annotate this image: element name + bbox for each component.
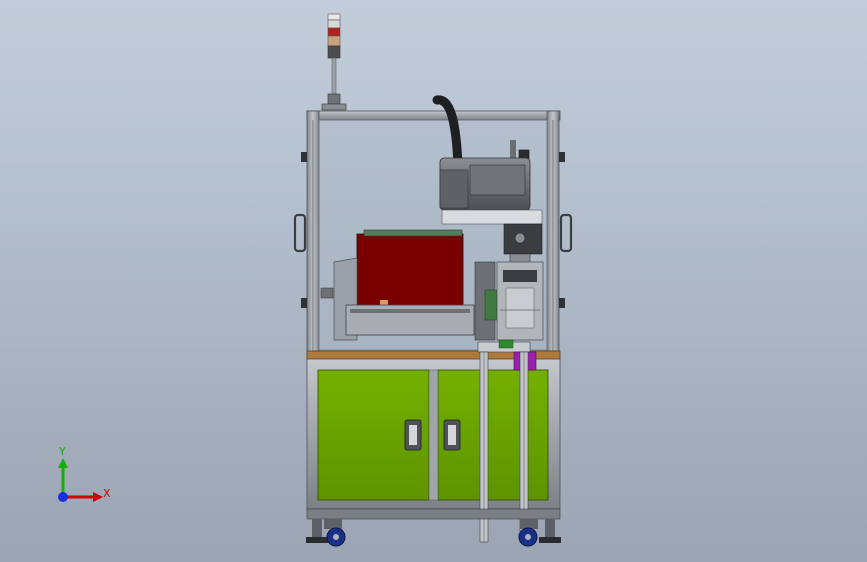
z-axis-dot xyxy=(58,492,68,502)
right-fixture xyxy=(496,261,544,341)
red-enclosure[interactable] xyxy=(356,229,464,307)
signal-tower[interactable] xyxy=(321,13,347,111)
cad-viewport[interactable]: Y X xyxy=(0,0,867,562)
view-triad[interactable]: Y X xyxy=(58,445,111,502)
assembly-model[interactable]: Y X xyxy=(0,0,867,562)
x-axis-label: X xyxy=(103,487,111,500)
caster-right xyxy=(518,519,538,547)
y-axis-label: Y xyxy=(58,445,66,458)
